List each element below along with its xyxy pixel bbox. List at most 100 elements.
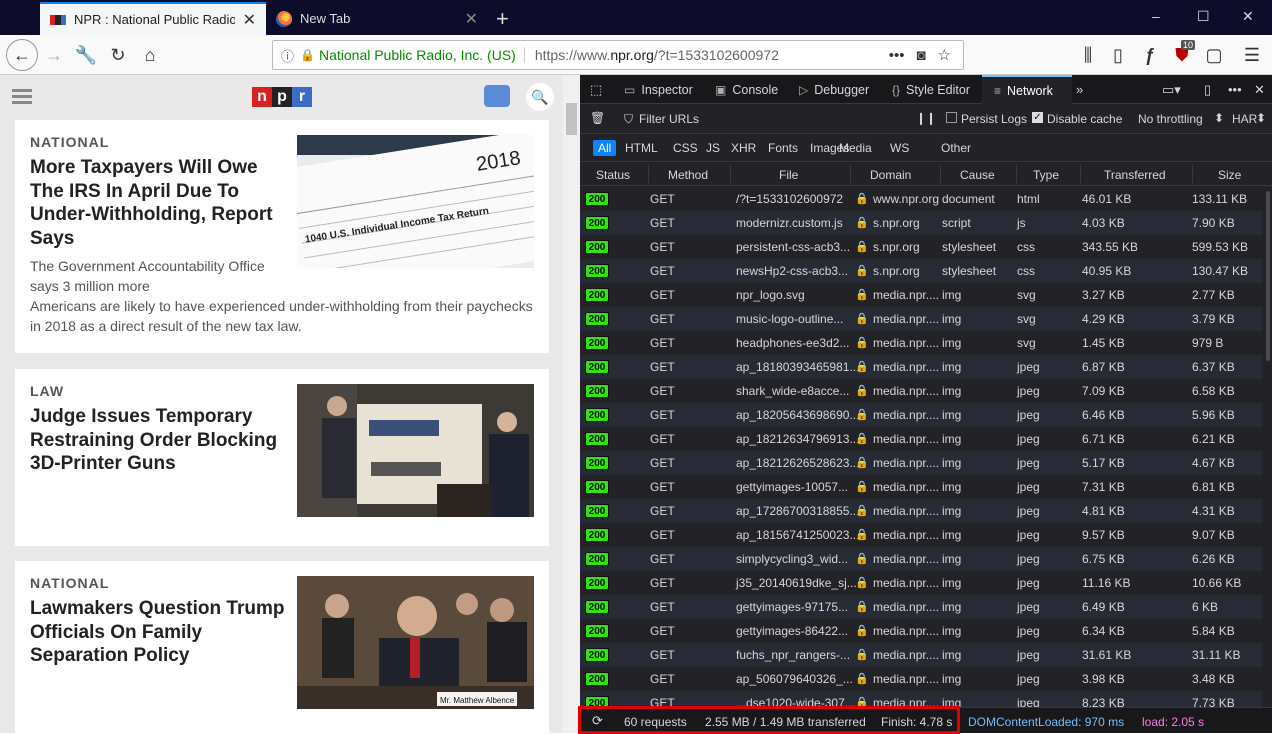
story-slug[interactable]: NATIONAL	[30, 575, 109, 591]
filter-other[interactable]: Other	[936, 140, 976, 156]
forward-button[interactable]: →	[42, 43, 66, 67]
story-slug[interactable]: LAW	[30, 383, 64, 399]
story-headline[interactable]: Judge Issues Temporary Restraining Order…	[30, 405, 285, 476]
request-row[interactable]: 200 GET ap_18212634796913... 🔒 media.npr....…	[580, 427, 1262, 451]
request-row[interactable]: 200 GET fuchs_npr_rangers-... 🔒 media.npr...…	[580, 643, 1262, 667]
request-row[interactable]: 200 GET newsHp2-css-acb3... 🔒 s.npr.org style…	[580, 259, 1262, 283]
tab-style-editor[interactable]: {} Style Editor	[892, 75, 970, 104]
tab-network[interactable]: ≡ Network	[982, 75, 1072, 104]
request-row[interactable]: 200 GET gettyimages-86422... 🔒 media.npr....…	[580, 619, 1262, 643]
request-row[interactable]: 200 GET /?t=1533102600972 🔒 www.npr.org docum…	[580, 187, 1262, 211]
story-headline[interactable]: More Taxpayers Will Owe The IRS In April…	[30, 156, 285, 250]
library-icon[interactable]: ⫼	[1076, 43, 1100, 67]
request-row[interactable]: 200 GET ap_18156741250023... 🔒 media.npr....…	[580, 523, 1262, 547]
filter-css[interactable]: CSS	[668, 140, 703, 156]
filter-ws[interactable]: WS	[885, 140, 914, 156]
disable-cache-label[interactable]: Disable cache	[1047, 112, 1122, 126]
home-button[interactable]: ⌂	[138, 43, 162, 67]
search-icon[interactable]: 🔍	[526, 83, 554, 111]
story-headline[interactable]: Lawmakers Question Trump Officials On Fa…	[30, 597, 285, 668]
npr-logo[interactable]: npr	[252, 87, 312, 107]
tab-new-tab[interactable]: New Tab ✕	[266, 2, 488, 35]
lock-icon[interactable]: 🔒	[300, 48, 315, 62]
tab-debugger[interactable]: ▷ Debugger	[799, 75, 869, 104]
filter-html[interactable]: HTML	[620, 140, 663, 156]
pocket-icon[interactable]: ◙	[916, 47, 925, 64]
maximize-button[interactable]: ☐	[1197, 8, 1210, 25]
3d-guns-press-image[interactable]	[297, 384, 534, 517]
close-window-button[interactable]: ✕	[1242, 8, 1254, 25]
clear-trash-icon[interactable]: 🗑	[590, 111, 605, 125]
story-slug[interactable]: NATIONAL	[30, 134, 109, 150]
story-card[interactable]: LAW Judge Issues Temporary Restraining O…	[15, 369, 549, 546]
request-row[interactable]: 200 GET modernizr.custom.js 🔒 s.npr.org scrip…	[580, 211, 1262, 235]
tab-inspector[interactable]: ▭ Inspector	[624, 75, 693, 104]
persist-logs-label[interactable]: Persist Logs	[961, 112, 1027, 126]
request-row[interactable]: 200 GET shark_wide-e8acce... 🔒 media.npr....…	[580, 379, 1262, 403]
radio-icon[interactable]	[484, 85, 510, 107]
element-picker-icon[interactable]: ⬚	[590, 82, 602, 98]
column-type[interactable]: Type	[1033, 168, 1059, 182]
filter-all[interactable]: All	[593, 140, 617, 156]
reload-button[interactable]: ↻	[106, 43, 130, 67]
back-button[interactable]: ←	[6, 39, 38, 71]
column-cause[interactable]: Cause	[960, 168, 995, 182]
request-row[interactable]: 200 GET gettyimages-97175... 🔒 media.npr....…	[580, 595, 1262, 619]
menu-icon[interactable]: ☰	[1240, 43, 1264, 67]
dock-options-icon[interactable]: ▭▾	[1162, 82, 1181, 98]
close-tab-icon[interactable]: ✕	[243, 10, 256, 30]
hearing-image[interactable]: Mr. Matthew Albence	[297, 576, 534, 709]
close-devtools-icon[interactable]: ✕	[1254, 82, 1265, 98]
filter-fonts[interactable]: Fonts	[763, 140, 803, 156]
site-identity[interactable]: National Public Radio, Inc. (US)	[319, 47, 525, 63]
column-method[interactable]: Method	[668, 168, 708, 182]
hamburger-menu-icon[interactable]	[12, 89, 32, 107]
request-row[interactable]: 200 GET ap_18180393465981... 🔒 media.npr....…	[580, 355, 1262, 379]
request-row[interactable]: 200 GET ap_506079640326_... 🔒 media.npr.... i…	[580, 667, 1262, 691]
container-icon[interactable]: ▢	[1202, 43, 1226, 67]
info-icon[interactable]: ⓘ	[281, 46, 294, 65]
request-row[interactable]: 200 GET persistent-css-acb3... 🔒 s.npr.org st…	[580, 235, 1262, 259]
filter-js[interactable]: JS	[701, 140, 725, 156]
har-menu[interactable]: HAR	[1232, 112, 1257, 126]
new-tab-button[interactable]: +	[496, 6, 509, 32]
tax-form-image[interactable]: 2018 1040 U.S. Individual Income Tax Ret…	[297, 135, 534, 268]
minimize-button[interactable]: –	[1152, 8, 1160, 24]
column-transferred[interactable]: Transferred	[1104, 168, 1166, 182]
request-row[interactable]: 200 GET ap_18212626528623... 🔒 media.npr....…	[580, 451, 1262, 475]
wrench-icon[interactable]: 🔧	[74, 43, 98, 67]
disable-cache-checkbox[interactable]: ✓	[1032, 112, 1043, 123]
request-row[interactable]: 200 GET ap_17286700318855... 🔒 media.npr....…	[580, 499, 1262, 523]
column-size[interactable]: Size	[1218, 168, 1241, 182]
request-row[interactable]: 200 GET ap_18205643698690... 🔒 media.npr....…	[580, 403, 1262, 427]
request-row[interactable]: 200 GET npr_logo.svg 🔒 media.npr.... img svg 3.…	[580, 283, 1262, 307]
request-row[interactable]: 200 GET ...dse1020-wide-307... 🔒 media.npr..…	[580, 691, 1262, 707]
column-domain[interactable]: Domain	[870, 168, 911, 182]
more-tabs-icon[interactable]: »	[1076, 82, 1083, 97]
performance-icon[interactable]: ⟳	[592, 713, 603, 729]
request-list-scrollbar[interactable]	[1264, 187, 1272, 707]
devtools-menu-icon[interactable]: •••	[1228, 82, 1242, 97]
bookmark-star-icon[interactable]: ☆	[938, 46, 951, 64]
sidebar-icon[interactable]: ▯	[1106, 43, 1130, 67]
throttling-select[interactable]: No throttling	[1138, 112, 1203, 126]
url-bar[interactable]: ⓘ 🔒 National Public Radio, Inc. (US) htt…	[272, 40, 964, 70]
request-row[interactable]: 200 GET j35_20140619dke_sj... 🔒 media.npr...…	[580, 571, 1262, 595]
tab-console[interactable]: ▣ Console	[715, 75, 778, 104]
pause-icon[interactable]: ❙❙	[916, 111, 936, 125]
request-row[interactable]: 200 GET gettyimages-10057... 🔒 media.npr....…	[580, 475, 1262, 499]
request-row[interactable]: 200 GET music-logo-outline... 🔒 media.npr...…	[580, 307, 1262, 331]
url-text[interactable]: https://www.npr.org/?t=1533102600972	[535, 47, 889, 63]
responsive-design-icon[interactable]: ▯	[1204, 82, 1211, 98]
request-row[interactable]: 200 GET headphones-ee3d2... 🔒 media.npr.... i…	[580, 331, 1262, 355]
page-scrollbar[interactable]	[563, 75, 580, 733]
extension-icon[interactable]: ƒ	[1138, 43, 1162, 67]
column-file[interactable]: File	[779, 168, 798, 182]
filter-xhr[interactable]: XHR	[726, 140, 761, 156]
column-status[interactable]: Status	[596, 168, 630, 182]
request-row[interactable]: 200 GET simplycycling3_wid... 🔒 media.npr...…	[580, 547, 1262, 571]
page-actions-icon[interactable]: •••	[889, 47, 905, 64]
story-card[interactable]: NATIONAL More Taxpayers Will Owe The IRS…	[15, 120, 549, 353]
close-tab-icon[interactable]: ✕	[465, 9, 478, 29]
filter-images[interactable]: Images	[805, 140, 854, 156]
